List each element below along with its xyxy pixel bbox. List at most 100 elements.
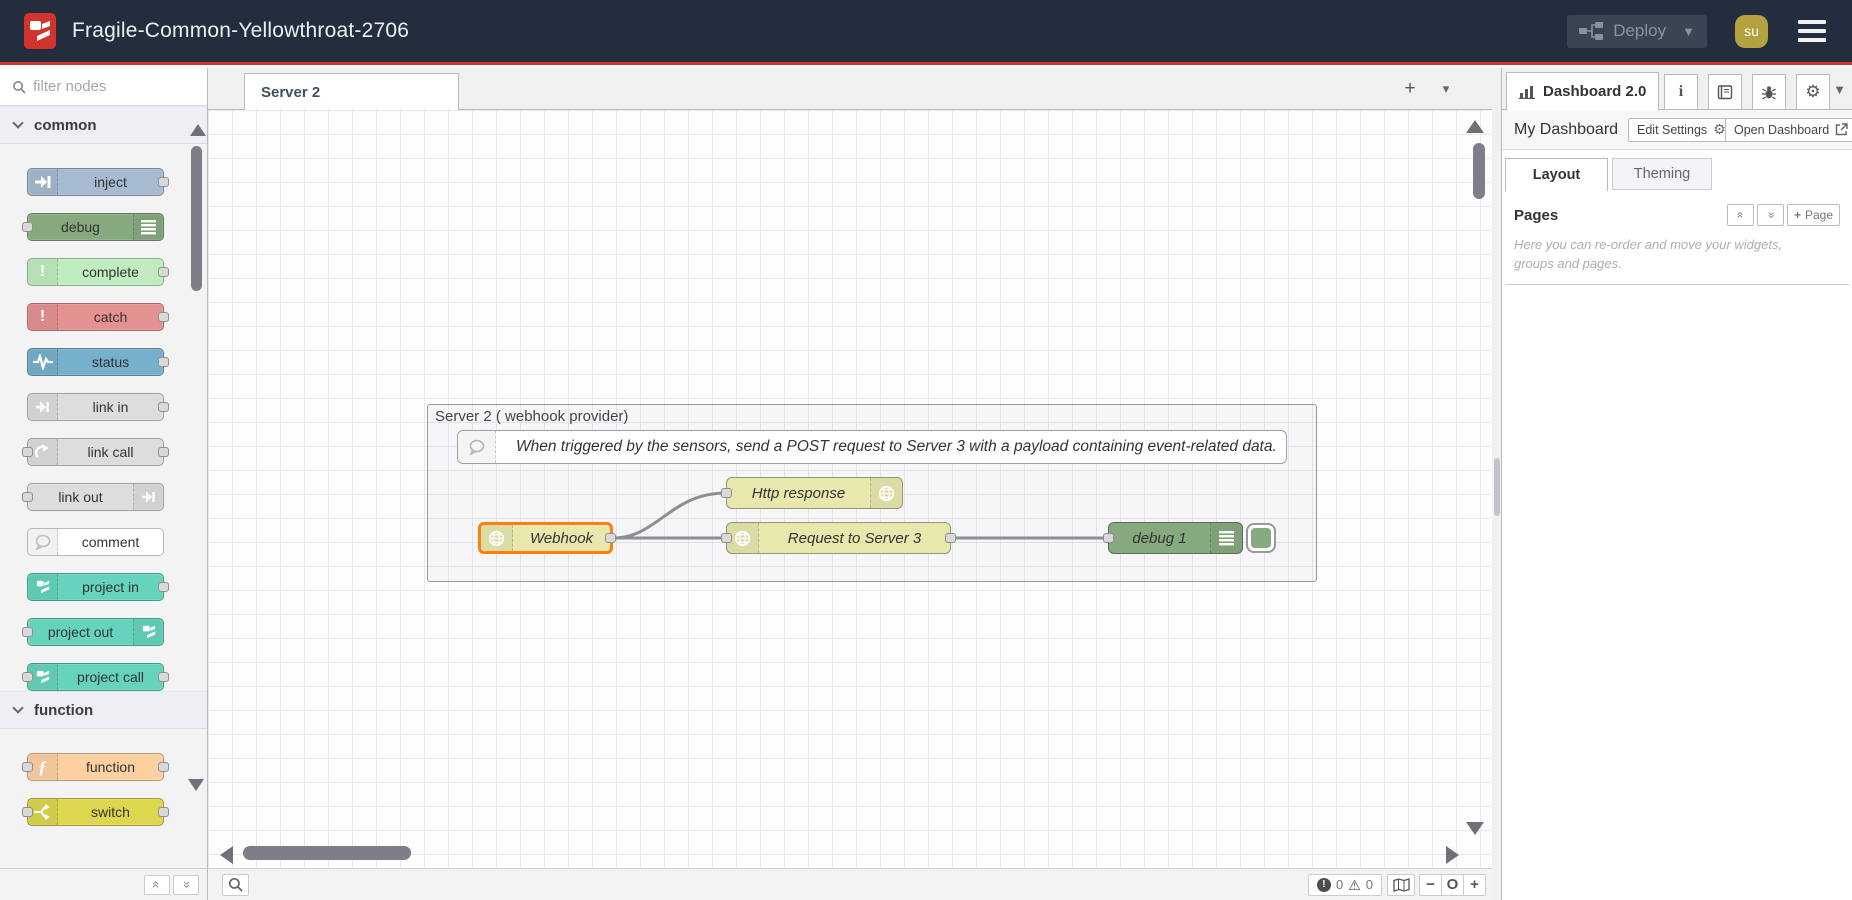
sidebar-resize-handle[interactable] — [1492, 68, 1502, 900]
output-port[interactable] — [945, 533, 956, 543]
palette-node-link-out[interactable]: link out — [27, 483, 164, 511]
palette-node-label: project call — [58, 664, 163, 690]
pages-help-text: Here you can re-order and move your widg… — [1514, 236, 1824, 274]
move-page-down-button[interactable]: « — [1757, 204, 1784, 226]
palette-node-label: comment — [58, 529, 163, 555]
input-port[interactable] — [721, 488, 732, 498]
navigator-button[interactable] — [1387, 874, 1415, 896]
add-page-button[interactable]: + Page — [1787, 204, 1840, 226]
tab-layout-label: Layout — [1533, 167, 1581, 183]
flow-node-Http-response[interactable]: Http response — [726, 477, 903, 509]
canvas-search-button[interactable] — [222, 874, 249, 896]
project-icon — [140, 624, 158, 640]
flow-node-label: Request to Server 3 — [759, 523, 950, 553]
deploy-button[interactable]: Deploy ▼ — [1567, 15, 1707, 48]
comment-node[interactable]: When triggered by the sensors, send a PO… — [457, 430, 1287, 464]
tab-theming[interactable]: Theming — [1612, 158, 1712, 190]
palette-node-switch[interactable]: switch — [27, 798, 164, 826]
palette-node-debug[interactable]: debug — [27, 213, 164, 241]
tab-dashboard-2[interactable]: Dashboard 2.0 — [1506, 72, 1659, 111]
canvas-vscrollbar-thumb[interactable] — [1473, 143, 1485, 199]
sidebar-tab-menu-caret-icon[interactable]: ▼ — [1833, 82, 1846, 97]
canvas-scroll-up-icon[interactable] — [1466, 120, 1484, 133]
palette-node-function[interactable]: ƒfunction — [27, 753, 164, 781]
canvas-footer-controls: ! 0 ⚠ 0 − O + — [1308, 874, 1486, 896]
comment-text: When triggered by the sensors, send a PO… — [496, 438, 1286, 456]
chevron-down-icon — [12, 117, 23, 128]
palette-node-label: switch — [58, 799, 163, 825]
output-port[interactable] — [605, 533, 616, 543]
input-port[interactable] — [1103, 533, 1114, 543]
comment-icon — [34, 534, 52, 550]
output-port — [158, 312, 169, 322]
flow-canvas[interactable]: Server 2 ( webhook provider) When trigge… — [208, 110, 1492, 868]
flow-status-badges[interactable]: ! 0 ⚠ 0 — [1308, 874, 1382, 896]
link-call-icon — [35, 444, 51, 460]
pages-section-header: Pages « « + Page — [1514, 203, 1840, 227]
canvas-scroll-left-icon[interactable] — [220, 846, 233, 864]
output-port — [158, 582, 169, 592]
input-port — [22, 222, 33, 232]
flow-node-debug-1[interactable]: debug 1 — [1108, 522, 1243, 554]
function-icon: ƒ — [38, 757, 47, 778]
pages-title: Pages — [1514, 207, 1558, 224]
error-icon: ! — [1317, 878, 1331, 892]
flow-node-Request-to-Server-3[interactable]: Request to Server 3 — [726, 522, 951, 554]
canvas-scroll-down-icon[interactable] — [1466, 822, 1484, 835]
palette-filter-input[interactable]: filter nodes — [0, 68, 207, 106]
palette-node-status[interactable]: status — [27, 348, 164, 376]
flow-list-caret-icon[interactable]: ▾ — [1434, 77, 1458, 101]
palette-category-common[interactable]: common — [0, 106, 207, 144]
add-page-label: Page — [1805, 208, 1833, 222]
palette-node-link-call[interactable]: link call — [27, 438, 164, 466]
debug-toggle-button[interactable] — [1246, 523, 1276, 553]
palette-scrollbar-thumb[interactable] — [191, 146, 202, 291]
output-port — [158, 177, 169, 187]
palette-node-label: link in — [58, 394, 163, 420]
palette-node-label: complete — [58, 259, 163, 285]
palette-node-catch[interactable]: !catch — [27, 303, 164, 331]
palette-expand-all-button[interactable]: « — [173, 875, 199, 895]
node-icon-box — [28, 349, 58, 375]
flow-tab-server-2[interactable]: Server 2 — [244, 73, 459, 111]
canvas-scroll-right-icon[interactable] — [1446, 846, 1459, 864]
header: Fragile-Common-Yellowthroat-2706 Deploy … — [0, 0, 1852, 65]
input-port — [22, 672, 33, 682]
user-avatar[interactable]: su — [1735, 15, 1768, 48]
palette-collapse-all-button[interactable]: « — [144, 875, 170, 895]
zoom-reset-button[interactable]: O — [1441, 874, 1464, 896]
tab-debug[interactable] — [1752, 74, 1786, 110]
palette-node-inject[interactable]: inject — [27, 168, 164, 196]
deploy-caret-icon[interactable]: ▼ — [1682, 24, 1695, 39]
palette-node-project-out[interactable]: project out — [27, 618, 164, 646]
main-menu-button[interactable] — [1798, 20, 1826, 42]
tab-layout[interactable]: Layout — [1505, 158, 1608, 191]
workspace-tabbar: Server 2 + ▾ — [208, 68, 1492, 110]
palette-node-project-in[interactable]: project in — [27, 573, 164, 601]
open-dashboard-button[interactable]: Open Dashboard — [1725, 118, 1852, 142]
palette-scroll-down-icon[interactable] — [188, 779, 204, 791]
palette-category-function[interactable]: function — [0, 691, 207, 729]
edit-settings-button[interactable]: Edit Settings ⚙ — [1628, 118, 1735, 142]
zoom-out-button[interactable]: − — [1419, 874, 1442, 896]
input-port[interactable] — [721, 533, 732, 543]
flow-node-Webhook[interactable]: Webhook — [478, 522, 613, 554]
add-flow-button[interactable]: + — [1398, 77, 1422, 101]
palette-node-complete[interactable]: !complete — [27, 258, 164, 286]
move-page-up-button[interactable]: « — [1727, 204, 1754, 226]
globe-icon — [878, 485, 895, 502]
zoom-in-button[interactable]: + — [1463, 874, 1486, 896]
node-icon-box — [28, 394, 58, 420]
double-chevron-down-icon: « — [1763, 212, 1777, 219]
gutter-scrollbar-thumb[interactable] — [1494, 458, 1500, 516]
palette-node-comment[interactable]: comment — [27, 528, 164, 556]
palette-node-project-call[interactable]: project call — [27, 663, 164, 691]
output-port — [158, 807, 169, 817]
node-icon-box — [28, 574, 58, 600]
tab-help[interactable] — [1708, 74, 1742, 110]
tab-config[interactable]: ⚙ — [1796, 74, 1830, 110]
palette-scroll-up-icon[interactable] — [190, 124, 206, 136]
tab-info[interactable]: i — [1664, 74, 1698, 110]
palette-node-link-in[interactable]: link in — [27, 393, 164, 421]
canvas-hscrollbar-thumb[interactable] — [243, 846, 411, 860]
